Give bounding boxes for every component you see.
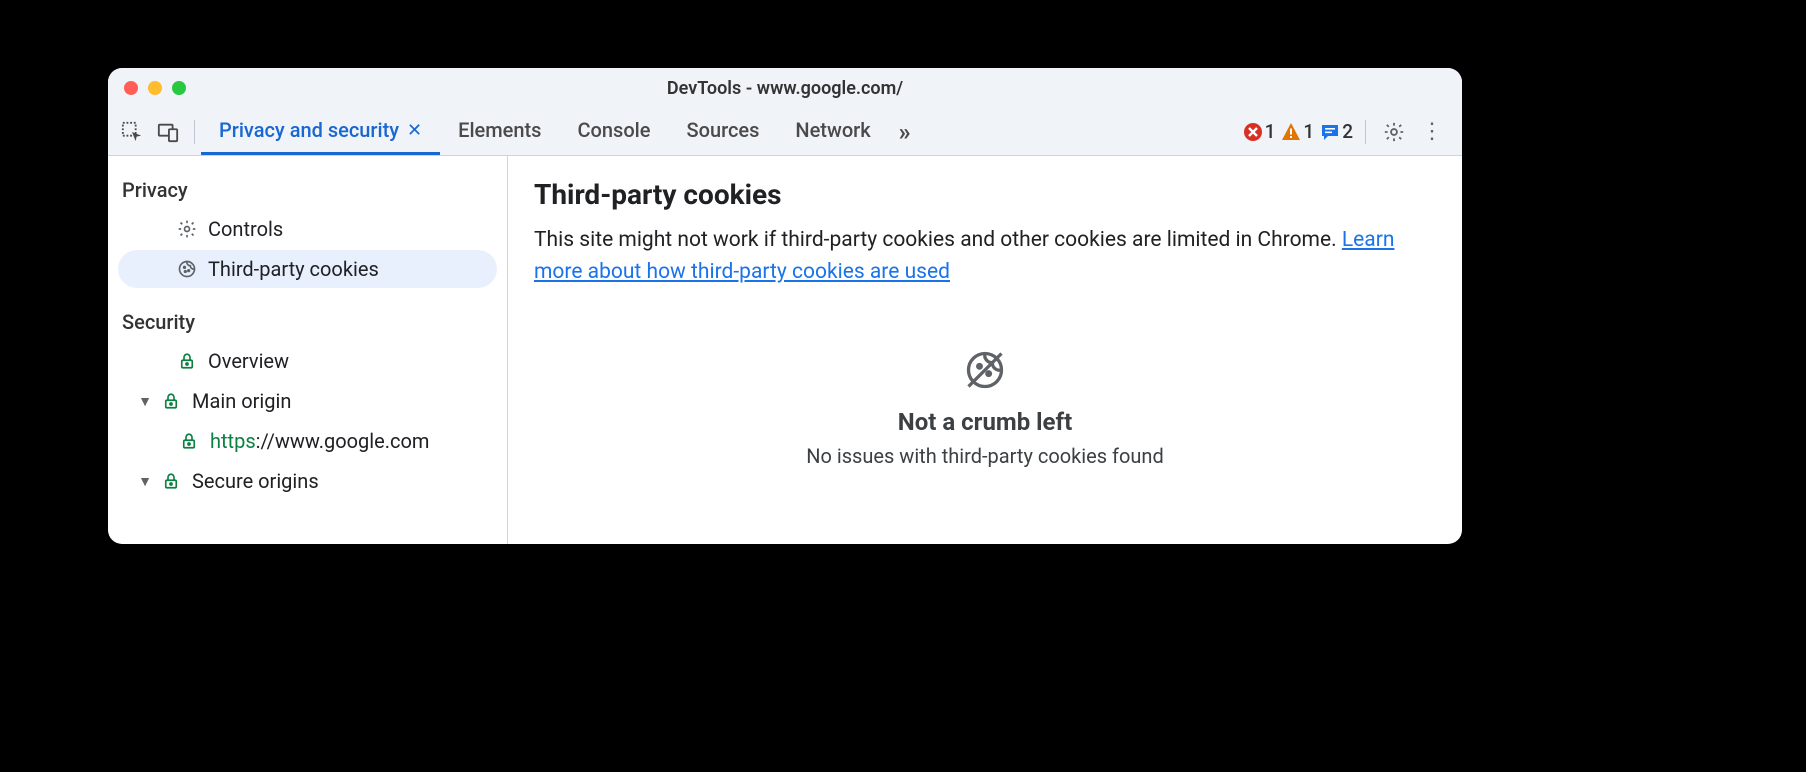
tab-console[interactable]: Console xyxy=(559,108,668,155)
empty-state: Not a crumb left No issues with third-pa… xyxy=(534,348,1436,468)
description-text: This site might not work if third-party … xyxy=(534,228,1342,252)
page-title: Third-party cookies xyxy=(534,178,1436,211)
settings-gear-icon[interactable] xyxy=(1378,116,1410,148)
tab-label: Console xyxy=(577,118,650,142)
tab-label: Sources xyxy=(686,118,759,142)
sidebar-item-overview[interactable]: Overview xyxy=(118,342,497,380)
devtools-toolbar: Privacy and security ✕ Elements Console … xyxy=(108,108,1462,156)
close-window-button[interactable] xyxy=(124,81,138,95)
empty-state-title: Not a crumb left xyxy=(898,408,1072,436)
panel-content: Privacy Controls Third-party cookies Sec… xyxy=(108,156,1462,544)
devtools-window: DevTools - www.google.com/ Privacy and s… xyxy=(108,68,1462,544)
tab-privacy-and-security[interactable]: Privacy and security ✕ xyxy=(201,108,440,155)
sidebar-item-label: Main origin xyxy=(184,389,291,413)
window-title: DevTools - www.google.com/ xyxy=(108,78,1462,99)
gear-icon xyxy=(174,219,200,239)
tab-sources[interactable]: Sources xyxy=(668,108,777,155)
warning-icon xyxy=(1281,122,1301,142)
main-panel: Third-party cookies This site might not … xyxy=(508,156,1462,544)
sidebar-section-privacy: Privacy xyxy=(108,168,507,208)
errors-badge[interactable]: 1 xyxy=(1243,120,1276,143)
chevron-down-icon[interactable]: ▼ xyxy=(132,473,158,490)
description: This site might not work if third-party … xyxy=(534,225,1436,288)
sidebar-item-main-origin[interactable]: ▼ Main origin xyxy=(118,382,497,420)
tab-label: Privacy and security xyxy=(219,118,399,142)
panel-tabs: Privacy and security ✕ Elements Console … xyxy=(201,108,921,155)
warnings-count: 1 xyxy=(1303,120,1314,143)
empty-state-subtitle: No issues with third-party cookies found xyxy=(806,444,1164,468)
sidebar: Privacy Controls Third-party cookies Sec… xyxy=(108,156,508,544)
sidebar-item-label: Controls xyxy=(200,217,283,241)
sidebar-item-origin-url[interactable]: https://www.google.com xyxy=(118,422,497,460)
errors-count: 1 xyxy=(1265,120,1276,143)
sidebar-item-secure-origins[interactable]: ▼ Secure origins xyxy=(118,462,497,500)
origin-url: https://www.google.com xyxy=(202,429,429,453)
message-icon xyxy=(1320,122,1340,142)
sidebar-section-security: Security xyxy=(108,290,507,340)
chevron-down-icon[interactable]: ▼ xyxy=(132,393,158,410)
lock-icon xyxy=(158,392,184,410)
sidebar-item-label: Overview xyxy=(200,349,289,373)
inspect-element-icon[interactable] xyxy=(116,116,148,148)
lock-icon xyxy=(174,352,200,370)
sidebar-item-controls[interactable]: Controls xyxy=(118,210,497,248)
separator xyxy=(1365,120,1366,144)
maximize-window-button[interactable] xyxy=(172,81,186,95)
warnings-badge[interactable]: 1 xyxy=(1281,120,1314,143)
tab-network[interactable]: Network xyxy=(777,108,888,155)
cookie-icon xyxy=(174,259,200,279)
more-tabs-icon[interactable]: » xyxy=(889,108,921,155)
sidebar-item-third-party-cookies[interactable]: Third-party cookies xyxy=(118,250,497,288)
window-controls xyxy=(108,81,186,95)
messages-badge[interactable]: 2 xyxy=(1320,120,1353,143)
tab-label: Elements xyxy=(458,118,541,142)
sidebar-item-label: Secure origins xyxy=(184,469,319,493)
minimize-window-button[interactable] xyxy=(148,81,162,95)
device-toolbar-icon[interactable] xyxy=(152,116,184,148)
lock-icon xyxy=(158,472,184,490)
window-titlebar: DevTools - www.google.com/ xyxy=(108,68,1462,108)
separator xyxy=(194,120,195,144)
tab-label: Network xyxy=(795,118,870,142)
sidebar-item-label: Third-party cookies xyxy=(200,257,379,281)
tab-elements[interactable]: Elements xyxy=(440,108,559,155)
more-options-icon[interactable]: ⋮ xyxy=(1416,116,1448,148)
lock-icon xyxy=(176,432,202,450)
close-tab-icon[interactable]: ✕ xyxy=(407,120,422,141)
messages-count: 2 xyxy=(1342,120,1353,143)
cookie-off-icon xyxy=(963,348,1007,396)
error-icon xyxy=(1243,122,1263,142)
